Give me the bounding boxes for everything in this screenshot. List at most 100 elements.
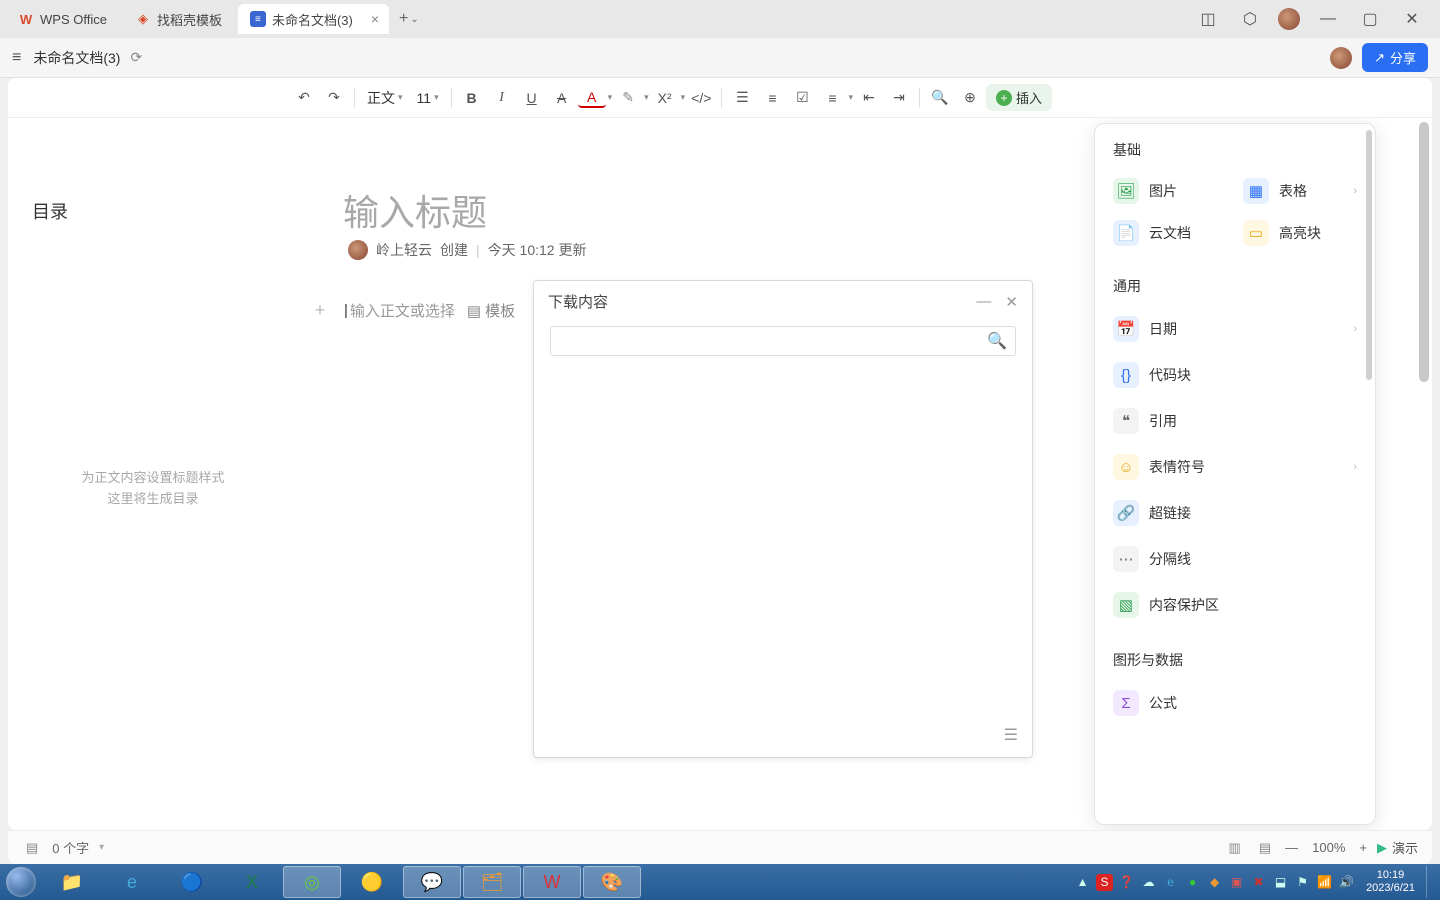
document-canvas[interactable]: 目录 为正文内容设置标题样式 这里将生成目录 输入标题 岭上轻云 创建 | 今天… bbox=[8, 118, 1432, 830]
insert-quote[interactable]: ❝引用 bbox=[1105, 398, 1365, 444]
superscript-button[interactable]: X² bbox=[651, 84, 679, 112]
taskbar-chrome[interactable]: 🟡 bbox=[343, 866, 401, 898]
insert-divider[interactable]: ⋯分隔线 bbox=[1105, 536, 1365, 582]
chevron-down-icon[interactable]: ▾ bbox=[644, 92, 649, 103]
strikethrough-button[interactable]: A bbox=[548, 84, 576, 112]
font-size-select[interactable]: 11▾ bbox=[411, 90, 445, 106]
new-tab-button[interactable]: + ⌄ bbox=[393, 10, 425, 28]
taskbar-explorer[interactable]: 📁 bbox=[43, 866, 101, 898]
popup-list-icon[interactable]: ☰ bbox=[1004, 725, 1018, 745]
font-color-button[interactable]: A bbox=[578, 88, 606, 108]
insert-protected-area[interactable]: ▧内容保护区 bbox=[1105, 582, 1365, 628]
outline-toggle-button[interactable]: ▤ bbox=[22, 840, 42, 856]
paragraph-style-select[interactable]: 正文▾ bbox=[361, 88, 409, 108]
italic-button[interactable]: I bbox=[488, 84, 516, 112]
taskbar-wechat[interactable]: 💬 bbox=[403, 866, 461, 898]
tray-flag-icon[interactable]: ⚑ bbox=[1294, 874, 1311, 891]
comment-button[interactable]: ⊕ bbox=[956, 84, 984, 112]
collaborator-avatar[interactable] bbox=[1330, 47, 1352, 69]
tab-close-button[interactable]: × bbox=[367, 11, 383, 27]
tray-icon[interactable]: ❓ bbox=[1118, 874, 1135, 891]
taskbar-wps[interactable]: W bbox=[523, 866, 581, 898]
tab-document-active[interactable]: ≡ 未命名文档(3) × bbox=[238, 4, 389, 34]
template-button[interactable]: ▤ 模板 bbox=[467, 300, 515, 321]
tray-icon[interactable]: e bbox=[1162, 874, 1179, 891]
user-avatar[interactable] bbox=[1278, 8, 1300, 30]
numbered-list-button[interactable]: ≡ bbox=[758, 84, 786, 112]
tray-icon[interactable]: ◆ bbox=[1206, 874, 1223, 891]
insert-emoji[interactable]: ☺表情符号› bbox=[1105, 444, 1365, 490]
taskbar-excel[interactable]: X bbox=[223, 866, 281, 898]
redo-button[interactable]: ↷ bbox=[320, 84, 348, 112]
code-button[interactable]: </> bbox=[687, 84, 715, 112]
document-title[interactable]: 未命名文档(3) bbox=[33, 48, 120, 68]
insert-button[interactable]: + 插入 bbox=[986, 84, 1052, 111]
popup-close-button[interactable]: ✕ bbox=[1005, 293, 1018, 311]
taskbar-clock[interactable]: 10:19 2023/6/21 bbox=[1360, 869, 1421, 895]
highlight-button[interactable]: ✎ bbox=[614, 84, 642, 112]
tray-icon[interactable]: S bbox=[1096, 874, 1113, 891]
taskbar-folder2[interactable]: 🗂 bbox=[463, 866, 521, 898]
taskbar-paint[interactable]: 🎨 bbox=[583, 866, 641, 898]
chevron-down-icon[interactable]: ▾ bbox=[99, 842, 104, 853]
insert-formula[interactable]: Σ公式 bbox=[1105, 680, 1365, 726]
word-count[interactable]: 0 个字 bbox=[52, 838, 89, 857]
vertical-scrollbar[interactable] bbox=[1418, 122, 1430, 826]
insert-highlight-block[interactable]: ▭高亮块 bbox=[1235, 212, 1365, 254]
present-button[interactable]: ▶ 演示 bbox=[1377, 838, 1418, 857]
tray-icon[interactable]: ▣ bbox=[1228, 874, 1245, 891]
insert-image[interactable]: 🖼图片 bbox=[1105, 170, 1235, 212]
zoom-out-button[interactable]: — bbox=[1285, 840, 1298, 855]
insert-code-block[interactable]: {}代码块 bbox=[1105, 352, 1365, 398]
insert-cloud-doc[interactable]: 📄云文档 bbox=[1105, 212, 1235, 254]
undo-button[interactable]: ↶ bbox=[290, 84, 318, 112]
view-mode-2[interactable]: ▤ bbox=[1255, 840, 1275, 856]
search-button[interactable]: 🔍 bbox=[926, 84, 954, 112]
popup-minimize-button[interactable]: — bbox=[976, 293, 991, 310]
chevron-down-icon[interactable]: ▾ bbox=[848, 92, 853, 103]
panel-icon[interactable]: ◫ bbox=[1194, 5, 1222, 33]
body-placeholder-row[interactable]: + |输入正文或选择 ▤ 模板 bbox=[308, 300, 515, 321]
insert-hyperlink[interactable]: 🔗超链接 bbox=[1105, 490, 1365, 536]
insert-date[interactable]: 📅日期› bbox=[1105, 306, 1365, 352]
sync-icon[interactable]: ⟳ bbox=[130, 49, 142, 66]
scrollbar-thumb[interactable] bbox=[1419, 122, 1429, 382]
insert-table[interactable]: ▦表格› bbox=[1235, 170, 1365, 212]
tray-icon[interactable]: ⬓ bbox=[1272, 874, 1289, 891]
menu-button[interactable]: ≡ bbox=[12, 49, 21, 67]
start-button[interactable] bbox=[0, 864, 42, 900]
share-button[interactable]: ↗ 分享 bbox=[1362, 43, 1428, 72]
underline-button[interactable]: U bbox=[518, 84, 546, 112]
window-close-button[interactable]: ✕ bbox=[1398, 5, 1426, 33]
tray-icon[interactable]: ✖ bbox=[1250, 874, 1267, 891]
chevron-down-icon[interactable]: ▾ bbox=[681, 92, 686, 103]
chevron-down-icon[interactable]: ▾ bbox=[608, 92, 613, 103]
tab-templates[interactable]: ◈ 找稻壳模板 bbox=[123, 4, 234, 34]
view-mode-1[interactable]: ▥ bbox=[1225, 840, 1245, 856]
checklist-button[interactable]: ☑ bbox=[788, 84, 816, 112]
tray-icon[interactable]: ● bbox=[1184, 874, 1201, 891]
panel-scrollbar[interactable] bbox=[1366, 130, 1372, 380]
bullet-list-button[interactable]: ☰ bbox=[728, 84, 756, 112]
tray-icon[interactable]: ☁ bbox=[1140, 874, 1157, 891]
cube-icon[interactable]: ⬡ bbox=[1236, 5, 1264, 33]
tab-wps-home[interactable]: W WPS Office bbox=[6, 4, 119, 34]
show-desktop-button[interactable] bbox=[1426, 866, 1434, 898]
taskbar-360[interactable]: ◎ bbox=[283, 866, 341, 898]
align-button[interactable]: ≡ bbox=[818, 84, 846, 112]
outdent-button[interactable]: ⇤ bbox=[855, 84, 883, 112]
window-minimize-button[interactable]: — bbox=[1314, 5, 1342, 33]
taskbar-media[interactable]: 🔵 bbox=[163, 866, 221, 898]
bold-button[interactable]: B bbox=[458, 84, 486, 112]
window-maximize-button[interactable]: ▢ bbox=[1356, 5, 1384, 33]
taskbar-ie[interactable]: e bbox=[103, 866, 161, 898]
tray-icon[interactable]: ▲ bbox=[1074, 874, 1091, 891]
title-placeholder[interactable]: 输入标题 bbox=[343, 184, 487, 236]
indent-button[interactable]: ⇥ bbox=[885, 84, 913, 112]
download-search-input[interactable]: 🔍 bbox=[550, 326, 1016, 356]
tray-volume-icon[interactable]: 🔊 bbox=[1338, 874, 1355, 891]
zoom-in-button[interactable]: + bbox=[1359, 840, 1367, 855]
add-block-button[interactable]: + bbox=[308, 300, 332, 321]
tray-network-icon[interactable]: 📶 bbox=[1316, 874, 1333, 891]
zoom-level[interactable]: 100% bbox=[1312, 840, 1345, 855]
